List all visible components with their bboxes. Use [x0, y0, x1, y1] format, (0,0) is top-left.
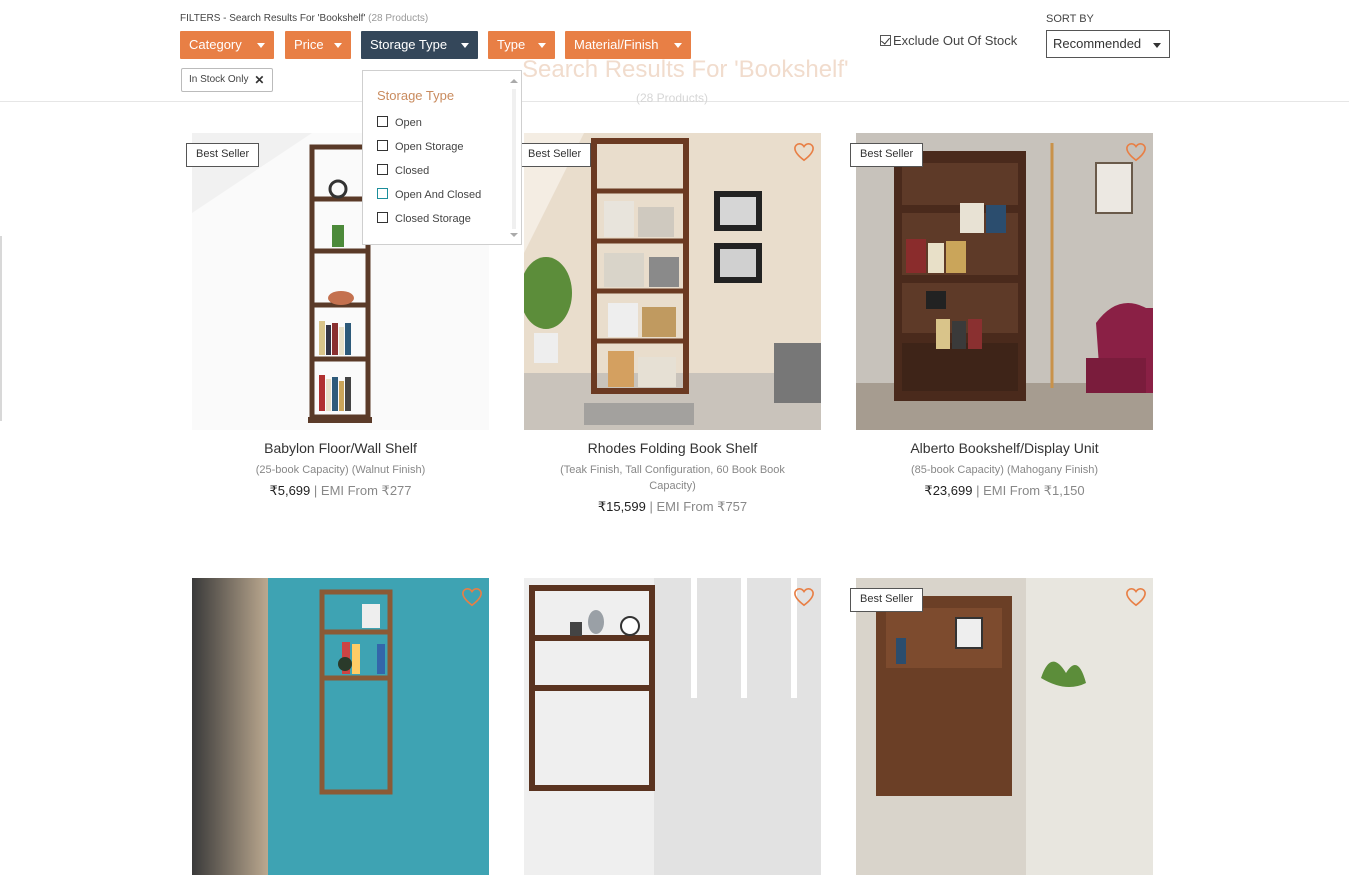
product-image-row2-2 — [524, 578, 821, 875]
wishlist-heart-icon[interactable] — [793, 142, 815, 162]
product-price: ₹23,699 | EMI From ₹1,150 — [856, 483, 1153, 499]
product-name[interactable]: Rhodes Folding Book Shelf — [524, 440, 821, 456]
remove-filter-icon[interactable]: ✕ — [254, 69, 264, 91]
checkbox[interactable] — [377, 188, 388, 199]
product-description: (25-book Capacity) (Walnut Finish) — [255, 464, 426, 476]
dropdown-scrollbar[interactable] — [509, 75, 519, 241]
filter-storage-type-button[interactable]: Storage Type — [361, 31, 478, 67]
page-subheading: (28 Products) — [636, 91, 709, 105]
caret-down-icon — [1153, 43, 1161, 48]
product-description: (Teak Finish, Tall Configuration, 60 Boo… — [560, 464, 785, 492]
option-label: Open Storage — [395, 141, 464, 153]
wishlist-heart-icon[interactable] — [1125, 142, 1147, 162]
scroll-down-icon[interactable] — [510, 233, 518, 237]
product-price: ₹5,699 | EMI From ₹277 — [192, 483, 489, 499]
page-heading: Search Results For 'Bookshelf' — [522, 56, 849, 83]
product-image-rhodes — [524, 133, 821, 430]
option-open-storage[interactable]: Open Storage — [377, 140, 464, 153]
option-open[interactable]: Open — [377, 116, 422, 129]
best-seller-badge: Best Seller — [850, 588, 924, 612]
caret-down-icon — [334, 43, 342, 48]
scroll-up-icon[interactable] — [510, 79, 518, 83]
product-name[interactable]: Alberto Bookshelf/Display Unit — [856, 440, 1153, 456]
product-image[interactable] — [856, 133, 1153, 430]
filter-price-label: Price — [294, 37, 324, 52]
product-image[interactable] — [192, 578, 489, 875]
checkbox[interactable] — [377, 116, 388, 127]
filter-material-finish-label: Material/Finish — [574, 37, 659, 52]
filter-category-button[interactable]: Category — [180, 31, 274, 59]
filter-bar: FILTERS - Search Results For 'Bookshelf'… — [0, 0, 1349, 102]
product-count: (28 Products) — [368, 13, 429, 24]
filters-heading: FILTERS - Search Results For 'Bookshelf'… — [180, 13, 428, 24]
active-filter-chip-label: In Stock Only — [189, 74, 249, 85]
option-closed[interactable]: Closed — [377, 164, 429, 177]
sort-selected-value: Recommended — [1053, 36, 1142, 51]
product-price: ₹15,599 | EMI From ₹757 — [524, 499, 821, 515]
scroll-track[interactable] — [512, 89, 516, 229]
storage-type-dropdown: Storage Type Open Open Storage Closed Op… — [362, 70, 522, 245]
best-seller-badge: Best Seller — [850, 143, 924, 167]
checkbox[interactable] — [377, 164, 388, 175]
wishlist-heart-icon[interactable] — [461, 587, 483, 607]
option-open-and-closed[interactable]: Open And Closed — [377, 188, 481, 201]
option-label: Closed Storage — [395, 213, 471, 225]
product-name[interactable]: Babylon Floor/Wall Shelf — [192, 440, 489, 456]
price-value: ₹15,599 — [597, 499, 646, 514]
sort-select[interactable]: Recommended — [1046, 30, 1170, 58]
option-label: Closed — [395, 165, 430, 177]
caret-down-icon — [538, 43, 546, 48]
exclude-out-of-stock-label: Exclude Out Of Stock — [893, 33, 1018, 48]
product-image-alberto — [856, 133, 1153, 430]
product-description: (85-book Capacity) (Mahogany Finish) — [910, 464, 1099, 476]
best-seller-badge: Best Seller — [518, 143, 592, 167]
product-image-row2-3 — [856, 578, 1153, 875]
wishlist-heart-icon[interactable] — [793, 587, 815, 607]
exclude-out-of-stock-checkbox[interactable] — [880, 35, 891, 46]
option-closed-storage[interactable]: Closed Storage — [377, 212, 471, 225]
checkbox[interactable] — [377, 140, 388, 151]
emi-text: | EMI From ₹277 — [313, 483, 412, 498]
dropdown-title: Storage Type — [377, 88, 455, 103]
filter-type-button[interactable]: Type — [488, 31, 555, 59]
filter-category-label: Category — [189, 37, 242, 52]
caret-down-icon — [674, 43, 682, 48]
filter-material-finish-button[interactable]: Material/Finish — [565, 31, 691, 59]
option-label: Open — [395, 117, 422, 129]
active-filter-chip: In Stock Only ✕ — [181, 68, 274, 92]
emi-text: | EMI From ₹757 — [649, 499, 748, 514]
price-value: ₹23,699 — [924, 483, 973, 498]
filter-storage-type-label: Storage Type — [370, 37, 448, 52]
filters-heading-text: FILTERS - Search Results For 'Bookshelf' — [180, 13, 366, 24]
best-seller-badge: Best Seller — [186, 143, 260, 167]
filter-price-button[interactable]: Price — [285, 31, 351, 59]
product-image[interactable] — [524, 578, 821, 875]
product-image-row2-1 — [192, 578, 489, 875]
side-tab[interactable] — [0, 236, 2, 421]
caret-down-icon — [461, 43, 469, 48]
filter-type-label: Type — [497, 37, 526, 52]
wishlist-heart-icon[interactable] — [1125, 587, 1147, 607]
exclude-out-of-stock-toggle[interactable]: Exclude Out Of Stock — [880, 33, 1017, 48]
emi-text: | EMI From ₹1,150 — [976, 483, 1085, 498]
product-image[interactable] — [524, 133, 821, 430]
product-image[interactable] — [856, 578, 1153, 875]
sort-by-label: SORT BY — [1046, 13, 1094, 25]
option-label: Open And Closed — [395, 189, 482, 201]
price-value: ₹5,699 — [269, 483, 311, 498]
checkbox[interactable] — [377, 212, 388, 223]
caret-down-icon — [257, 43, 265, 48]
